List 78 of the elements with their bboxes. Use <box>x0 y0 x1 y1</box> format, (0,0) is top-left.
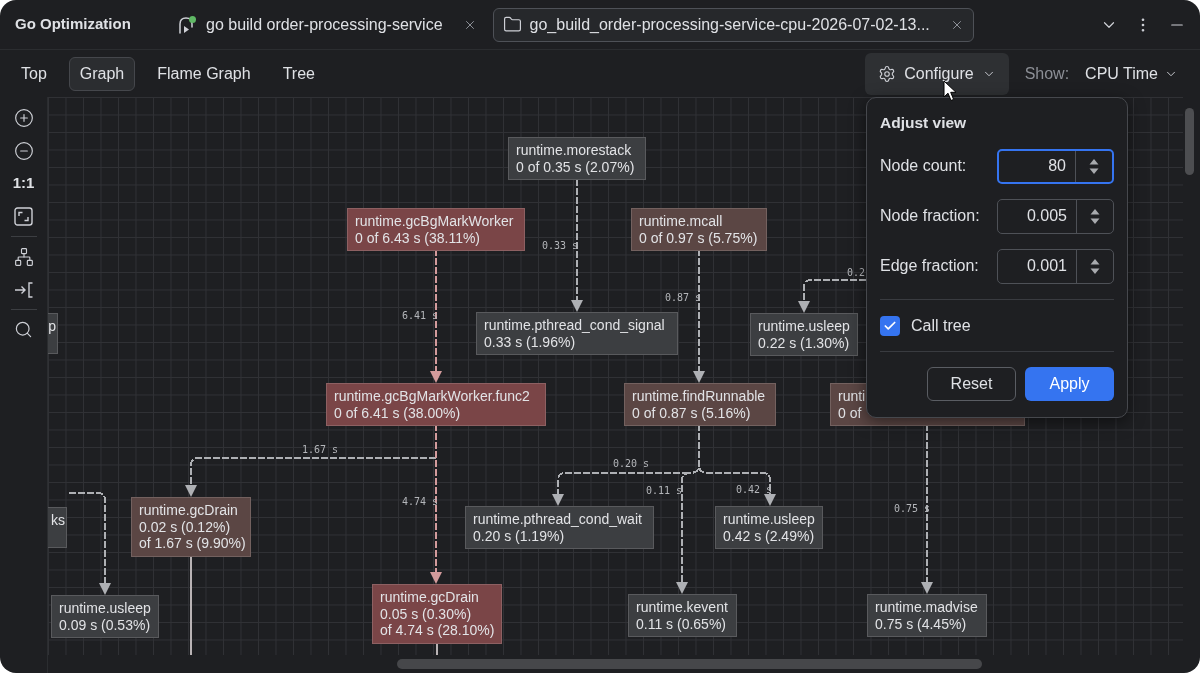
node-time: 0.33 s (1.96%) <box>484 333 576 350</box>
number-field[interactable]: 80 <box>997 148 1114 184</box>
editor-tab[interactable]: go_build_order-processing-service-cpu-2026-07-02-13... <box>492 7 974 42</box>
node-time: 0.42 s (2.49%) <box>723 527 815 544</box>
node-time: 0.05 s (0.30%) <box>380 605 472 622</box>
reset-button[interactable]: Reset <box>927 367 1016 401</box>
view-tab[interactable]: Graph <box>68 56 136 91</box>
function-name: runtime.madvise <box>875 599 978 616</box>
function-name: runtime.usleep <box>758 318 850 335</box>
function-name: runtime.findRunnable <box>632 388 766 405</box>
node-time: 0.22 s (1.30%) <box>758 334 850 351</box>
node-time: 0 of 6.41 s (38.00%) <box>334 404 461 421</box>
stepper-icon[interactable] <box>1090 257 1100 275</box>
stepper-icon[interactable] <box>1089 157 1099 175</box>
function-name: runtime.morestack <box>516 142 632 159</box>
edge-label: 0.11 s <box>646 485 683 497</box>
popup-title: Adjust view <box>880 113 968 134</box>
view-tab[interactable]: Tree <box>272 56 325 91</box>
function-name: runtime.gcDrain <box>380 589 479 606</box>
apply-button[interactable]: Apply <box>1025 367 1114 401</box>
function-name: runtime.usleep <box>723 511 815 528</box>
node-time: 0 of <box>838 404 862 421</box>
hierarchy-icon[interactable] <box>13 246 34 267</box>
checkbox-label: Call tree <box>911 315 971 336</box>
number-field[interactable]: 0.001 <box>997 248 1114 284</box>
function-name: runtime.gcBgMarkWorker.func2 <box>334 388 530 405</box>
view-tab[interactable]: Flame Graph <box>147 56 261 91</box>
edge-line <box>436 641 438 655</box>
stepper-icon[interactable] <box>1090 207 1100 225</box>
cursor-icon <box>943 80 957 102</box>
function-name: runtime.usleep <box>59 600 151 617</box>
run-config-icon <box>176 13 198 36</box>
node-time: 0.20 s (1.19%) <box>473 527 565 544</box>
node-time: 0 of 6.43 s (38.11%) <box>355 229 481 246</box>
node-time: 0 of 0.35 s (2.07%) <box>516 158 635 175</box>
search-icon[interactable] <box>14 320 33 339</box>
zoom-out-icon[interactable] <box>13 140 34 161</box>
edge-label: 0.2 <box>847 267 866 279</box>
function-name: runtime.gcDrain <box>139 502 238 519</box>
actual-size-button[interactable]: 1:1 <box>12 167 35 200</box>
function-name: runtime.pthread_cond_wait <box>473 511 642 528</box>
fit-screen-icon[interactable] <box>14 207 33 226</box>
configure-button[interactable]: Configure <box>865 52 1009 95</box>
node-time: 0.11 s (0.65%) <box>636 615 726 632</box>
field-label: Node fraction: <box>880 206 980 226</box>
show-label: Show: <box>1024 63 1070 84</box>
function-name: runtime.kevent <box>636 599 728 616</box>
function-name: runti <box>838 388 866 405</box>
function-name: runtime.pthread_cond_signal <box>484 317 665 334</box>
node-time: 0.75 s (4.45%) <box>875 615 967 632</box>
function-name: runtime.gcBgMarkWorker <box>355 213 514 230</box>
edge-label: 0.33 s <box>542 240 579 252</box>
scrollbar-thumb[interactable] <box>1185 108 1194 175</box>
metric-dropdown[interactable]: CPU Time <box>1079 56 1184 91</box>
function-name: ks <box>51 512 65 529</box>
node-time: of 4.74 s (28.10%) <box>380 622 495 639</box>
settings-icon <box>878 64 897 83</box>
node-time: 0.02 s (0.12%) <box>139 518 231 535</box>
node-time: 0.09 s (0.53%) <box>59 616 151 633</box>
node-time: of 1.67 s (9.90%) <box>139 535 246 552</box>
app-title: Go Optimization <box>15 14 132 35</box>
scrollbar-thumb[interactable] <box>397 659 982 669</box>
zoom-in-icon[interactable] <box>13 107 34 128</box>
node-time: 0 of 0.87 s (5.16%) <box>632 404 751 421</box>
editor-tab[interactable]: go build order-processing-service <box>172 7 481 42</box>
node-time: 0 of 0.97 s (5.75%) <box>639 229 758 246</box>
folder-icon <box>502 15 522 34</box>
edge-label: 6.41 s <box>402 310 439 322</box>
field-label: Node count: <box>880 156 967 176</box>
function-name: runtime.mcall <box>639 213 723 230</box>
arrow-bracket-icon[interactable] <box>13 281 34 298</box>
view-tab[interactable]: Top <box>11 56 57 91</box>
field-label: Edge fraction: <box>880 256 979 276</box>
function-name: p <box>48 318 56 335</box>
checkbox[interactable] <box>880 315 900 336</box>
edge-label: 1.67 s <box>302 444 339 456</box>
edge-label: 0.20 s <box>613 458 650 470</box>
number-field[interactable]: 0.005 <box>997 198 1114 234</box>
